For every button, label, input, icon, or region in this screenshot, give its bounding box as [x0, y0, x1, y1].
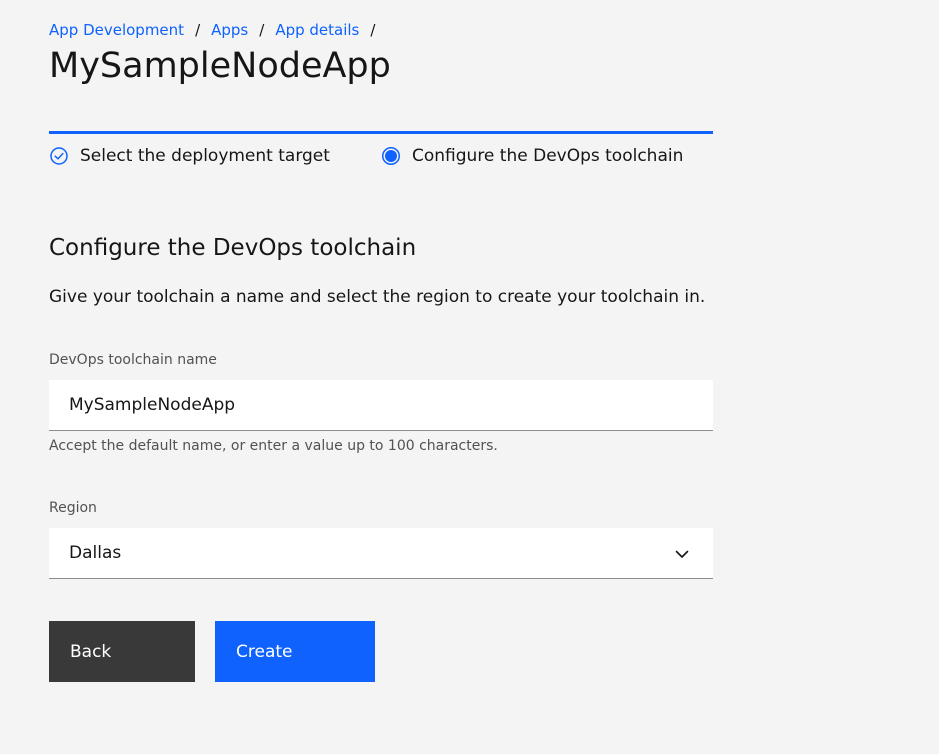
section-description: Give your toolchain a name and select th… [49, 287, 706, 307]
progress-step-configure-toolchain[interactable]: Configure the DevOps toolchain [381, 145, 683, 167]
breadcrumb-separator: / [195, 21, 201, 39]
breadcrumb-separator: / [370, 21, 376, 39]
toolchain-name-label: DevOps toolchain name [49, 352, 217, 368]
checkmark-circle-icon [49, 146, 69, 166]
progress-step-deployment-target[interactable]: Select the deployment target [49, 145, 330, 167]
breadcrumb-link-app-development[interactable]: App Development [49, 20, 184, 40]
chevron-down-icon [673, 545, 691, 563]
breadcrumb: App Development / Apps / App details / [49, 20, 386, 40]
current-step-icon [381, 146, 401, 166]
progress-step-label: Select the deployment target [80, 146, 330, 166]
create-button[interactable]: Create [215, 621, 375, 682]
region-select[interactable]: Dallas [49, 528, 713, 579]
breadcrumb-link-apps[interactable]: Apps [211, 20, 248, 40]
breadcrumb-link-app-details[interactable]: App details [275, 20, 359, 40]
breadcrumb-separator: / [259, 21, 265, 39]
region-selected-value: Dallas [69, 543, 122, 563]
region-label: Region [49, 500, 97, 516]
page-title: MySampleNodeApp [49, 46, 391, 86]
toolchain-name-helper-text: Accept the default name, or enter a valu… [49, 438, 498, 454]
section-title: Configure the DevOps toolchain [49, 235, 417, 261]
progress-bar [49, 131, 713, 134]
progress-indicator: Select the deployment target Configure t… [49, 131, 713, 171]
progress-step-label: Configure the DevOps toolchain [412, 146, 684, 166]
toolchain-name-input[interactable]: MySampleNodeApp [49, 380, 713, 431]
back-button[interactable]: Back [49, 621, 195, 682]
